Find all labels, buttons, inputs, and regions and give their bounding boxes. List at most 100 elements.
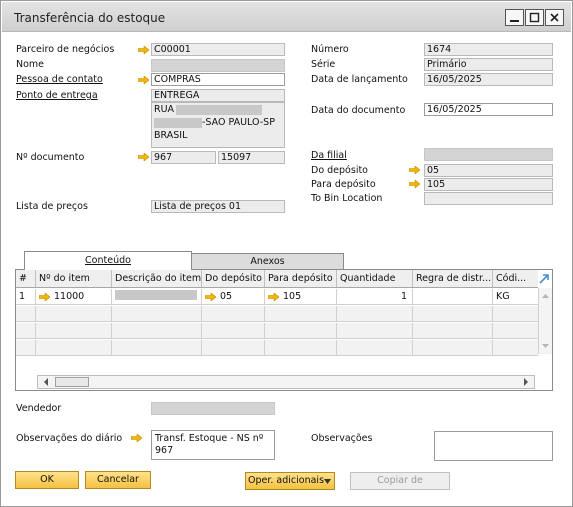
stock-transfer-window: Transferência do estoque Parceiro de neg…: [0, 0, 573, 507]
table-row[interactable]: [16, 323, 538, 339]
remarks-field[interactable]: [434, 431, 553, 461]
tab-content-label: Conteúdo: [85, 255, 131, 266]
dropdown-arrow-icon: [324, 479, 331, 484]
to-warehouse-label: Para depósito: [311, 179, 376, 190]
tab-attachments-label: Anexos: [250, 256, 285, 267]
number-field[interactable]: 1674: [424, 43, 553, 56]
address-line2: -SAO PAULO-SP: [154, 116, 284, 129]
ok-button[interactable]: OK: [15, 471, 79, 489]
code-cell[interactable]: KG: [493, 289, 538, 304]
col-header-description[interactable]: Descrição do item: [112, 270, 202, 287]
additional-operations-label: Oper. adicionais: [248, 475, 325, 486]
to-warehouse-cell[interactable]: 105: [265, 289, 337, 304]
seller-field[interactable]: [151, 402, 275, 415]
scroll-left-icon[interactable]: [40, 376, 52, 388]
col-header-to-warehouse[interactable]: Para depósito: [265, 270, 337, 287]
branch-field[interactable]: [424, 148, 553, 161]
from-warehouse-link-arrow-icon[interactable]: [204, 291, 217, 302]
journal-remarks-label: Observações do diário: [16, 433, 123, 444]
number-label: Número: [311, 44, 349, 55]
to-warehouse-link-arrow-icon[interactable]: [267, 291, 280, 302]
window-title: Transferência do estoque: [14, 11, 166, 25]
col-header-from-warehouse[interactable]: Do depósito: [202, 270, 265, 287]
redacted-block: [176, 104, 263, 115]
col-header-distribution-rule[interactable]: Regra de distr...: [413, 270, 493, 287]
contact-field[interactable]: COMPRAS: [151, 73, 285, 86]
partner-link-arrow-icon[interactable]: [138, 46, 149, 54]
close-icon[interactable]: [545, 9, 564, 26]
title-bar[interactable]: Transferência do estoque: [2, 2, 571, 32]
quantity-cell[interactable]: 1: [337, 289, 413, 304]
docnum-field-2[interactable]: 15097: [218, 151, 285, 164]
item-no-cell[interactable]: 11000: [36, 289, 112, 304]
table-row[interactable]: 1 11000 05 105 1 KG: [16, 289, 538, 305]
content-panel: # Nº do item Descrição do item Do depósi…: [15, 269, 553, 391]
col-header-quantity[interactable]: Quantidade: [337, 270, 413, 287]
pricelist-field[interactable]: Lista de preços 01: [151, 200, 285, 213]
tab-content[interactable]: Conteúdo: [24, 251, 192, 270]
table-row[interactable]: [16, 340, 538, 356]
address-line3: BRASIL: [154, 130, 188, 141]
additional-operations-button[interactable]: Oper. adicionais: [245, 472, 335, 490]
pricelist-label: Lista de preços: [16, 201, 88, 212]
redacted-block: [154, 117, 202, 128]
horizontal-scrollbar[interactable]: [37, 375, 535, 389]
posting-date-label: Data de lançamento: [311, 74, 408, 85]
to-warehouse-field[interactable]: 105: [424, 178, 553, 191]
grid-header-row: # Nº do item Descrição do item Do depósi…: [16, 270, 538, 288]
copy-from-button[interactable]: Copiar de: [350, 472, 450, 490]
maximize-icon[interactable]: [525, 9, 544, 26]
item-no-value: 11000: [54, 291, 85, 302]
col-header-item-no[interactable]: Nº do item: [36, 270, 112, 287]
scroll-right-icon[interactable]: [520, 376, 532, 388]
to-warehouse-link-arrow-icon[interactable]: [409, 180, 420, 188]
table-row[interactable]: [16, 306, 538, 322]
remarks-label: Observações: [311, 433, 373, 444]
distribution-rule-cell[interactable]: [413, 289, 493, 304]
partner-code-field[interactable]: C00001: [151, 43, 285, 56]
contact-link-arrow-icon[interactable]: [138, 76, 149, 84]
cancel-button[interactable]: Cancelar: [85, 471, 151, 489]
from-warehouse-link-arrow-icon[interactable]: [409, 166, 420, 174]
vertical-scrollbar[interactable]: [538, 288, 552, 354]
expand-grid-icon[interactable]: [538, 272, 551, 285]
delivery-label: Ponto de entrega: [16, 90, 98, 101]
bin-location-label: To Bin Location: [311, 193, 383, 204]
col-header-code[interactable]: Códi...: [493, 270, 538, 287]
journal-remarks-field[interactable]: Transf. Estoque - NS nº 967: [151, 430, 275, 460]
from-warehouse-label: Do depósito: [311, 165, 368, 176]
item-link-arrow-icon[interactable]: [38, 291, 51, 302]
col-header-number[interactable]: #: [16, 270, 36, 287]
docnum-field-1[interactable]: 967: [151, 151, 216, 164]
scroll-down-icon[interactable]: [539, 340, 552, 352]
to-warehouse-value: 105: [283, 291, 302, 302]
from-warehouse-value: 05: [220, 291, 233, 302]
contact-label: Pessoa de contato: [16, 74, 103, 85]
branch-label: Da filial: [311, 150, 347, 161]
docnum-label: Nº documento: [16, 152, 85, 163]
seller-label: Vendedor: [16, 403, 62, 414]
posting-date-field[interactable]: 16/05/2025: [424, 73, 553, 86]
minimize-icon[interactable]: [505, 9, 524, 26]
row-number: 1: [16, 289, 36, 304]
document-date-label: Data do documento: [311, 105, 406, 116]
journal-link-arrow-icon[interactable]: [131, 434, 142, 442]
horizontal-scroll-thumb[interactable]: [55, 377, 89, 387]
address-line1: RUA: [154, 103, 284, 116]
delivery-field[interactable]: ENTREGA: [151, 89, 285, 102]
name-label: Nome: [16, 59, 45, 70]
scroll-up-icon[interactable]: [539, 290, 552, 302]
document-date-field[interactable]: 16/05/2025: [424, 103, 553, 116]
series-field[interactable]: Primário: [424, 58, 553, 71]
partner-label: Parceiro de negócios: [16, 44, 115, 55]
redacted-block: [115, 290, 197, 300]
tab-attachments[interactable]: Anexos: [191, 253, 344, 270]
description-cell[interactable]: [112, 289, 202, 304]
from-warehouse-field[interactable]: 05: [424, 164, 553, 177]
docnum-link-arrow-icon[interactable]: [138, 153, 149, 161]
from-warehouse-cell[interactable]: 05: [202, 289, 265, 304]
address-field[interactable]: RUA -SAO PAULO-SP BRASIL: [151, 102, 285, 148]
bin-location-field[interactable]: [424, 192, 553, 205]
name-field[interactable]: [151, 59, 285, 72]
series-label: Série: [311, 59, 336, 70]
